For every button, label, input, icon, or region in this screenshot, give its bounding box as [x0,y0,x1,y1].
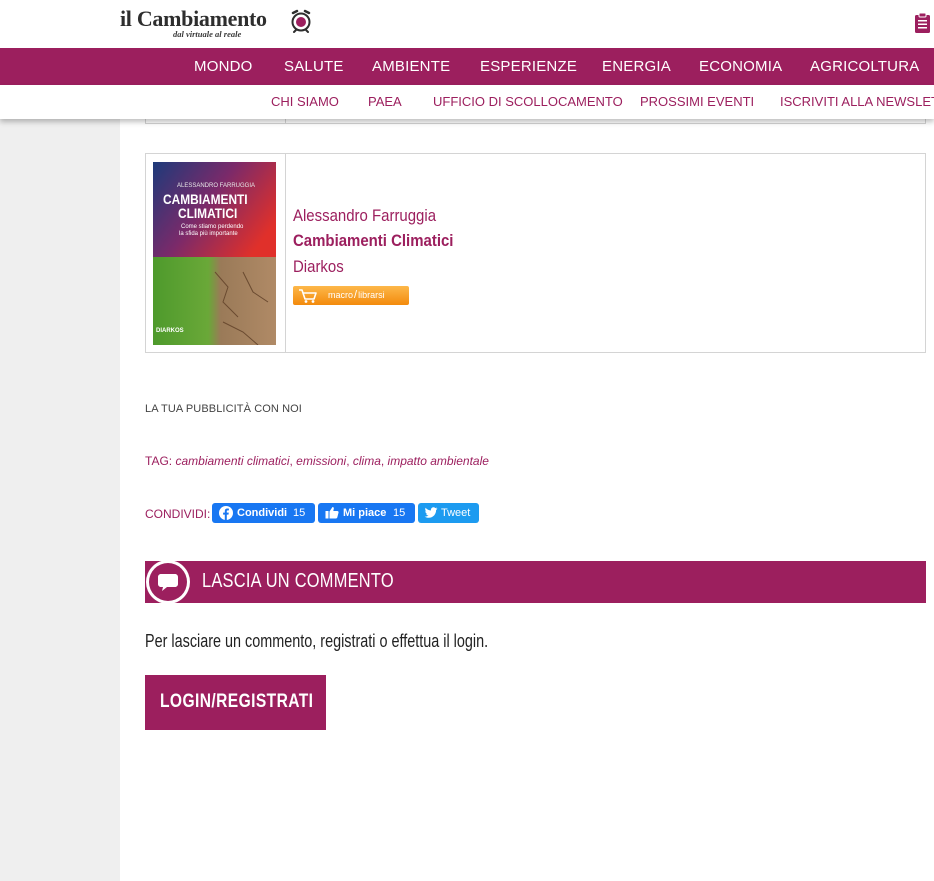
subnav-item-paea[interactable]: PAEA [368,85,402,119]
advertising-link[interactable]: LA TUA PUBBLICITÀ CON NOI [145,403,302,415]
left-sidebar [0,119,120,881]
subnav-item-eventi[interactable]: PROSSIMI EVENTI [640,85,754,119]
nav-item-esperienze[interactable]: ESPERIENZE [480,48,577,85]
thumbs-up-icon [325,507,339,519]
book-info: Alessandro Farruggia Cambiamenti Climati… [293,204,475,305]
clipboard-icon[interactable] [914,12,931,34]
facebook-like-label: Mi piace [343,507,387,519]
book-publisher[interactable]: Diarkos [293,254,453,280]
tag-link[interactable]: clima [353,454,381,468]
table-divider [285,119,286,124]
buy-button-label: macro/librarsi [328,289,385,301]
facebook-share-label: Condividi [237,507,288,519]
site-logo[interactable]: il Cambiamento dal virtuale al reale [120,6,311,39]
cover-subtitle-2: la sfida più importante [179,231,238,237]
cover-author: ALESSANDRO FARRUGGIA [177,183,256,189]
alarm-clock-icon [291,9,311,33]
tweet-label: Tweet [441,507,471,519]
nav-item-mondo[interactable]: MONDO [194,48,253,85]
subnav-item-chi-siamo[interactable]: CHI SIAMO [271,85,339,119]
share-label: CONDIVIDI: [145,507,211,521]
tag-link[interactable]: impatto ambientale [388,454,489,468]
book-promo: ALESSANDRO FARRUGGIA CAMBIAMENTI CLIMATI… [145,153,926,353]
buy-macrolibrarsi-button[interactable]: macro/librarsi [293,286,409,305]
nav-item-agricoltura[interactable]: AGRICOLTURA [810,48,919,85]
nav-item-ambiente[interactable]: AMBIENTE [372,48,450,85]
comment-section-title: LASCIA UN COMMENTO [202,570,394,592]
nav-item-energia[interactable]: ENERGIA [602,48,671,85]
facebook-icon [219,506,233,520]
previous-table-row [145,119,926,124]
speech-bubble-icon [158,574,178,591]
tag-link[interactable]: cambiamenti climatici [175,454,289,468]
twitter-bird-icon [424,507,438,518]
logo-tagline: dal virtuale al reale [173,29,242,39]
tweet-button[interactable]: Tweet [418,503,479,523]
book-divider [285,154,286,352]
subnav-item-newsletter[interactable]: ISCRIVITI ALLA NEWSLETT [780,85,934,119]
facebook-share-button[interactable]: Condividi 15 [212,503,315,523]
book-cover-image [153,162,276,345]
login-prompt: Per lasciare un commento, registrati o e… [145,631,489,651]
login-register-button[interactable]: LOGIN/REGISTRATI [145,675,326,730]
facebook-like-count: 15 [393,507,406,519]
facebook-like-button[interactable]: Mi piace 15 [318,503,415,523]
book-cover[interactable]: ALESSANDRO FARRUGGIA CAMBIAMENTI CLIMATI… [153,162,276,345]
tag-label: TAG: [145,454,173,468]
nav-item-salute[interactable]: SALUTE [284,48,344,85]
cover-title-2: CLIMATICI [178,205,238,221]
main-nav: MONDO SALUTE AMBIENTE ESPERIENZE ENERGIA… [0,48,934,85]
comment-badge [146,560,190,604]
facebook-share-count: 15 [293,507,306,519]
nav-item-economia[interactable]: ECONOMIA [699,48,782,85]
shopping-cart-icon [299,289,317,303]
book-title[interactable]: Cambiamenti Climatici [293,228,453,254]
secondary-nav: CHI SIAMO PAEA UFFICIO DI SCOLLOCAMENTO … [0,85,934,119]
cover-publisher: DIARKOS [156,328,184,334]
book-author[interactable]: Alessandro Farruggia [293,204,453,228]
login-register-label: LOGIN/REGISTRATI [160,691,314,712]
site-header: il Cambiamento dal virtuale al reale [0,0,934,48]
tag-list: TAG: cambiamenti climatici, emissioni, c… [145,454,489,468]
cover-subtitle-1: Come stiamo perdendo [181,224,244,230]
tag-link[interactable]: emissioni [296,454,346,468]
subnav-item-ufficio[interactable]: UFFICIO DI SCOLLOCAMENTO [433,85,623,119]
